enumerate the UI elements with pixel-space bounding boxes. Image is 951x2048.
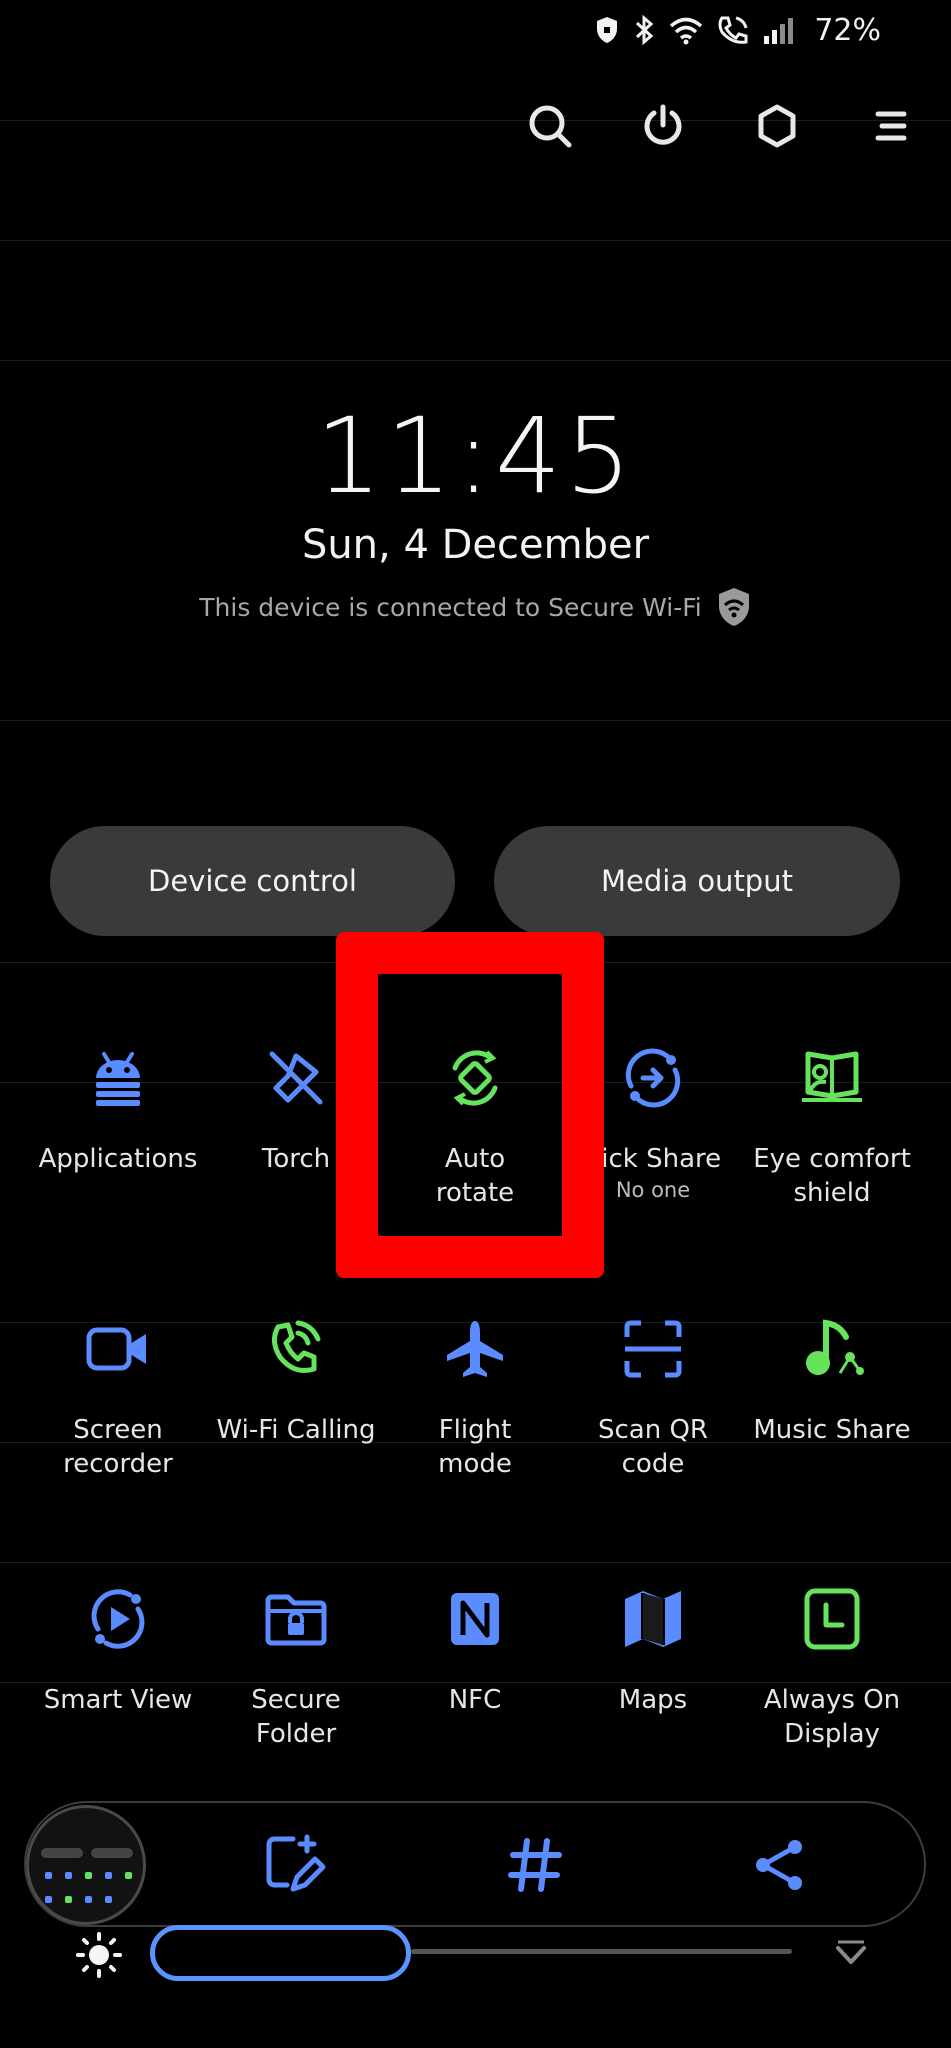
screen-recorder-icon bbox=[86, 1327, 146, 1371]
tile-smart-view[interactable]: Smart View bbox=[29, 1573, 207, 1717]
scan-line bbox=[0, 720, 951, 721]
always-on-display-icon bbox=[804, 1588, 860, 1650]
tile-label: Wi-Fi Calling bbox=[216, 1415, 376, 1445]
tile-label: NFC bbox=[448, 1685, 502, 1715]
thumb-dot bbox=[45, 1896, 52, 1903]
thumb-dot bbox=[85, 1872, 92, 1879]
thumb-dot bbox=[85, 1896, 92, 1903]
shield-icon bbox=[718, 588, 749, 626]
qr-scan-icon bbox=[624, 1320, 682, 1378]
tile-label: Screen recorder bbox=[63, 1415, 173, 1479]
scan-line bbox=[0, 1562, 951, 1563]
thumb-dot bbox=[65, 1872, 72, 1879]
thumb-dot bbox=[125, 1872, 132, 1879]
settings-icon bbox=[758, 104, 796, 148]
tile-wifi-calling[interactable]: Wi-Fi Calling bbox=[207, 1303, 385, 1447]
wifi-calling-status-icon bbox=[718, 16, 748, 44]
tile-label: Flight mode bbox=[438, 1415, 512, 1479]
tile-label: Scan QR code bbox=[597, 1415, 708, 1479]
thumb-pill bbox=[41, 1848, 83, 1858]
edit-button[interactable] bbox=[260, 1830, 330, 1900]
tile-flight-mode[interactable]: Flight mode bbox=[386, 1303, 564, 1481]
more-options-button[interactable] bbox=[860, 96, 920, 156]
thumb-pill bbox=[91, 1848, 133, 1858]
clock-date[interactable]: Sun, 4 December bbox=[0, 522, 951, 568]
share-button[interactable] bbox=[744, 1830, 814, 1900]
tile-nfc[interactable]: NFC bbox=[386, 1573, 564, 1717]
search-button[interactable] bbox=[520, 96, 580, 156]
status-bar: 72% bbox=[594, 8, 881, 52]
sun-icon bbox=[76, 1932, 122, 1978]
search-icon bbox=[529, 105, 572, 148]
eye-comfort-icon bbox=[802, 1051, 862, 1102]
tile-label: Maps bbox=[618, 1685, 688, 1715]
smart-view-icon bbox=[91, 1589, 145, 1649]
hashtag-icon bbox=[508, 1838, 562, 1892]
thumb-dot bbox=[45, 1872, 52, 1879]
quick-share-icon bbox=[625, 1048, 681, 1108]
brightness-slider-track[interactable] bbox=[411, 1949, 792, 1954]
bluetooth-icon bbox=[636, 14, 654, 46]
tile-label: Eye comfort shield bbox=[753, 1144, 911, 1208]
maps-icon bbox=[625, 1591, 681, 1647]
share-icon bbox=[756, 1840, 802, 1890]
wifi-icon bbox=[670, 17, 703, 45]
tile-music-share[interactable]: Music Share bbox=[743, 1303, 921, 1447]
power-button[interactable] bbox=[633, 96, 693, 156]
flight-mode-icon bbox=[447, 1321, 503, 1377]
thumb-dot bbox=[65, 1896, 72, 1903]
secure-wifi-message[interactable]: This device is connected to Secure Wi-Fi bbox=[0, 586, 951, 628]
tile-eye-comfort-shield[interactable]: Eye comfort shield bbox=[743, 1032, 921, 1210]
tile-maps[interactable]: Maps bbox=[564, 1573, 742, 1717]
wifi-calling-icon bbox=[272, 1320, 321, 1373]
tile-label: Secure Folder bbox=[251, 1685, 341, 1749]
highlight-box bbox=[336, 932, 604, 1278]
edit-icon bbox=[266, 1834, 326, 1892]
tile-label: Applications bbox=[38, 1144, 198, 1174]
chevron-down-icon[interactable] bbox=[834, 1938, 868, 1968]
screenshot-thumbnail[interactable] bbox=[26, 1805, 146, 1925]
settings-button[interactable] bbox=[747, 96, 807, 156]
secure-wifi-text: This device is connected to Secure Wi-Fi bbox=[199, 592, 702, 622]
scan-line bbox=[0, 360, 951, 361]
music-share-icon bbox=[806, 1319, 864, 1375]
vpn-shield-icon bbox=[597, 17, 618, 43]
panel-actions bbox=[520, 96, 920, 156]
media-output-button[interactable]: Media output bbox=[494, 826, 900, 936]
tile-always-on-display[interactable]: Always On Display bbox=[743, 1573, 921, 1751]
scan-line bbox=[0, 240, 951, 241]
tile-applications[interactable]: Applications bbox=[29, 1032, 207, 1176]
tile-secure-folder[interactable]: Secure Folder bbox=[207, 1573, 385, 1751]
menu-icon bbox=[875, 111, 907, 141]
device-control-button[interactable]: Device control bbox=[50, 826, 455, 936]
torch-icon bbox=[269, 1051, 323, 1105]
signal-icon bbox=[764, 18, 794, 44]
battery-level: 72% bbox=[814, 12, 881, 48]
tile-label: Always On Display bbox=[763, 1685, 901, 1749]
tile-label: Music Share bbox=[753, 1415, 911, 1445]
thumb-dot bbox=[105, 1872, 112, 1879]
nfc-icon bbox=[451, 1593, 499, 1645]
android-icon bbox=[96, 1052, 140, 1106]
hashtag-button[interactable] bbox=[500, 1830, 570, 1900]
tile-label: Smart View bbox=[43, 1685, 193, 1715]
tile-scan-qr-code[interactable]: Scan QR code bbox=[564, 1303, 742, 1481]
power-icon bbox=[644, 104, 682, 145]
brightness-slider-fill[interactable] bbox=[150, 1925, 411, 1981]
secure-folder-icon bbox=[265, 1594, 327, 1646]
tile-screen-recorder[interactable]: Screen recorder bbox=[29, 1303, 207, 1481]
clock-time[interactable]: 11:45 bbox=[0, 395, 951, 517]
thumb-dot bbox=[105, 1896, 112, 1903]
